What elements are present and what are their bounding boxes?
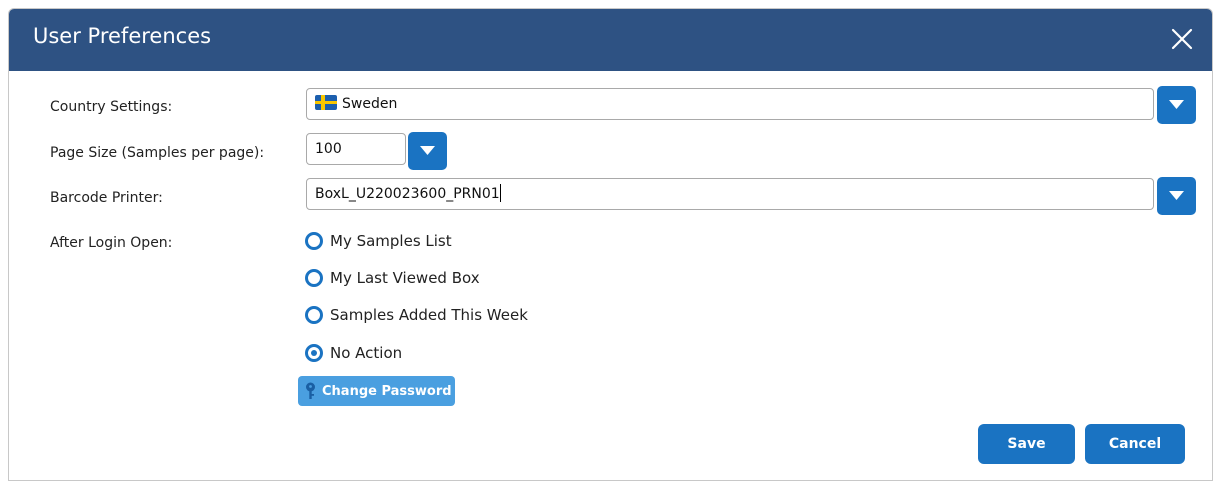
save-button[interactable]: Save xyxy=(978,424,1075,464)
radio-button[interactable] xyxy=(305,306,323,324)
radio-button[interactable] xyxy=(305,232,323,250)
country-value: Sweden xyxy=(342,96,398,112)
after-login-label: After Login Open: xyxy=(50,235,173,251)
sweden-flag-icon xyxy=(315,95,337,110)
page-size-select[interactable]: 100 xyxy=(306,133,406,165)
radio-samples-added-this-week[interactable]: Samples Added This Week xyxy=(305,303,528,327)
radio-label: No Action xyxy=(330,344,403,362)
page-size-label: Page Size (Samples per page): xyxy=(50,145,265,161)
radio-no-action[interactable]: No Action xyxy=(305,341,402,365)
country-settings-label: Country Settings: xyxy=(50,99,173,115)
change-password-label: Change Password xyxy=(322,383,452,399)
dialog-title: User Preferences xyxy=(33,24,212,48)
close-icon[interactable] xyxy=(1168,25,1196,53)
radio-label: My Last Viewed Box xyxy=(330,269,480,287)
radio-button[interactable] xyxy=(305,269,323,287)
chevron-down-icon xyxy=(1169,191,1184,200)
key-icon xyxy=(306,382,315,399)
cancel-button[interactable]: Cancel xyxy=(1085,424,1185,464)
radio-label: Samples Added This Week xyxy=(330,306,528,324)
printer-value: BoxL_U220023600_PRN01 xyxy=(315,186,500,202)
page-size-value: 100 xyxy=(315,141,342,157)
page-size-dropdown-button[interactable] xyxy=(408,132,447,170)
country-dropdown-button[interactable] xyxy=(1157,86,1196,124)
change-password-button[interactable]: Change Password xyxy=(298,376,455,406)
country-select[interactable]: Sweden xyxy=(306,88,1154,120)
text-cursor xyxy=(499,184,501,202)
radio-label: My Samples List xyxy=(330,232,452,250)
radio-my-samples-list[interactable]: My Samples List xyxy=(305,229,452,253)
barcode-printer-label: Barcode Printer: xyxy=(50,190,163,206)
radio-button-selected[interactable] xyxy=(305,344,323,362)
chevron-down-icon xyxy=(1169,100,1184,109)
barcode-printer-input[interactable]: BoxL_U220023600_PRN01 xyxy=(306,178,1154,210)
printer-dropdown-button[interactable] xyxy=(1157,177,1196,215)
user-preferences-dialog: User Preferences Country Settings: Swede… xyxy=(8,8,1213,481)
radio-my-last-viewed-box[interactable]: My Last Viewed Box xyxy=(305,266,480,290)
dialog-titlebar: User Preferences xyxy=(9,9,1212,71)
chevron-down-icon xyxy=(420,146,435,155)
